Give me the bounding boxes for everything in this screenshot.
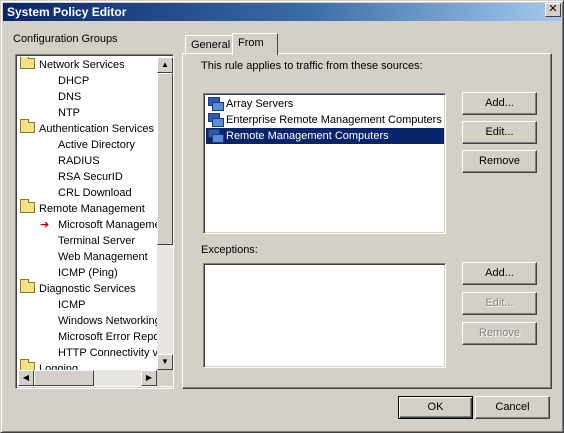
tree-child-item[interactable]: DNS: [58, 89, 81, 105]
close-button[interactable]: ✕: [545, 3, 561, 17]
exceptions-label: Exceptions:: [201, 244, 258, 256]
computer-set-icon: [208, 129, 224, 143]
red-arrow-icon: ➔: [40, 219, 50, 231]
list-item-array-servers[interactable]: Array Servers: [206, 96, 293, 112]
tree-item-label: DHCP: [58, 75, 90, 87]
tree-vertical-scrollbar[interactable]: ▲ ▼: [157, 57, 173, 370]
tree-child-item[interactable]: ICMP: [58, 297, 86, 313]
tree-group-item[interactable]: Logging: [20, 359, 79, 370]
folder-icon: [20, 359, 35, 370]
tree-child-item[interactable]: Windows Networking: [58, 313, 157, 329]
tree-child-item[interactable]: CRL Download: [58, 185, 132, 201]
tree-item-label: Active Directory: [58, 139, 136, 151]
scroll-up-button[interactable]: ▲: [157, 57, 173, 73]
tree-viewport: Network Services DHCP DNS NTP Authentication…: [18, 57, 157, 370]
tree-item-label: ICMP (Ping): [58, 267, 118, 279]
tree-child-item[interactable]: NTP: [58, 105, 80, 121]
tree-item-label: RADIUS: [58, 155, 100, 167]
tree-item-label: Logging: [39, 363, 79, 370]
tree-group-item[interactable]: Remote Management: [20, 199, 145, 217]
folder-icon: [20, 119, 35, 133]
exceptions-edit-button[interactable]: Edit...: [462, 292, 537, 315]
ok-button[interactable]: OK: [398, 396, 473, 419]
tab-general[interactable]: General: [185, 35, 233, 55]
scroll-down-button[interactable]: ▼: [157, 354, 173, 370]
tree-child-item[interactable]: Microsoft Manageme: [58, 217, 157, 233]
tree-child-item[interactable]: HTTP Connectivity ve: [58, 345, 157, 361]
tree-item-label: Windows Networking: [58, 315, 157, 327]
tree-child-item[interactable]: RADIUS: [58, 153, 100, 169]
sources-intro-text: This rule applies to traffic from these …: [201, 60, 423, 72]
configuration-tree[interactable]: Network Services DHCP DNS NTP Authentication…: [15, 54, 174, 389]
tree-item-label: Diagnostic Services: [39, 283, 136, 295]
tree-child-item[interactable]: Terminal Server: [58, 233, 135, 249]
tree-child-item[interactable]: Microsoft Error Repo: [58, 329, 157, 345]
sources-add-button[interactable]: Add...: [462, 92, 537, 115]
tree-item-label: Microsoft Manageme: [58, 219, 157, 231]
tree-child-item[interactable]: RSA SecurID: [58, 169, 123, 185]
tree-child-item[interactable]: Web Management: [58, 249, 148, 265]
dialog-window: System Policy Editor ✕ Configuration Gro…: [0, 0, 564, 433]
exceptions-list[interactable]: [203, 263, 446, 368]
tree-item-label: Authentication Services: [39, 123, 154, 135]
list-item-label: Enterprise Remote Management Computers: [226, 114, 442, 126]
list-item-label: Remote Management Computers: [226, 130, 389, 142]
tree-horizontal-scrollbar[interactable]: ◀ ▶: [18, 370, 157, 386]
tree-item-label: CRL Download: [58, 187, 132, 199]
tree-item-label: Web Management: [58, 251, 148, 263]
tree-group-item[interactable]: Diagnostic Services: [20, 279, 136, 297]
tree-item-label: Terminal Server: [58, 235, 136, 247]
window-title: System Policy Editor: [7, 5, 127, 19]
tree-item-label: RSA SecurID: [58, 171, 123, 183]
folder-icon: [20, 199, 35, 213]
vertical-scroll-thumb[interactable]: [157, 73, 173, 245]
configuration-groups-label: Configuration Groups: [13, 33, 118, 45]
tab-general-label: General: [191, 39, 231, 51]
tree-child-item[interactable]: ICMP (Ping): [58, 265, 118, 281]
folder-icon: [20, 279, 35, 293]
tree-item-label: Remote Management: [39, 203, 145, 215]
close-icon: ✕: [548, 3, 558, 15]
computer-set-icon: [208, 97, 224, 111]
list-item-remote-management-computers[interactable]: Remote Management Computers: [206, 128, 444, 144]
tree-item-label: DNS: [58, 91, 82, 103]
title-bar[interactable]: System Policy Editor: [3, 3, 561, 21]
tree-group-item[interactable]: Authentication Services: [20, 119, 154, 137]
scroll-left-button[interactable]: ◀: [18, 370, 34, 386]
computer-set-icon: [208, 113, 224, 127]
list-item-enterprise-remote-management-computers[interactable]: Enterprise Remote Management Computers: [206, 112, 442, 128]
horizontal-scroll-thumb[interactable]: [34, 370, 94, 386]
tab-from-label: From: [238, 37, 264, 49]
tree-item-label: ICMP: [58, 299, 86, 311]
tree-item-label: NTP: [58, 107, 80, 119]
sources-edit-button[interactable]: Edit...: [462, 121, 537, 144]
cancel-button[interactable]: Cancel: [475, 396, 550, 419]
tree-item-label: Network Services: [39, 59, 125, 71]
exceptions-remove-button[interactable]: Remove: [462, 322, 537, 345]
tab-from[interactable]: From: [232, 33, 278, 55]
scrollbar-corner: [157, 370, 173, 386]
tree-item-label: Microsoft Error Repo: [58, 331, 157, 343]
tree-group-item[interactable]: Network Services: [20, 57, 125, 73]
tree-item-label: HTTP Connectivity ve: [58, 347, 157, 359]
scroll-right-button[interactable]: ▶: [141, 370, 157, 386]
list-item-label: Array Servers: [226, 98, 294, 110]
from-tab-panel: This rule applies to traffic from these …: [182, 53, 552, 389]
sources-remove-button[interactable]: Remove: [462, 150, 537, 173]
exceptions-add-button[interactable]: Add...: [462, 262, 537, 285]
sources-list[interactable]: Array Servers Enterprise Remote Manageme…: [203, 93, 446, 234]
folder-icon: [20, 57, 35, 69]
tree-child-item[interactable]: DHCP: [58, 73, 89, 89]
tree-child-item[interactable]: Active Directory: [58, 137, 135, 153]
